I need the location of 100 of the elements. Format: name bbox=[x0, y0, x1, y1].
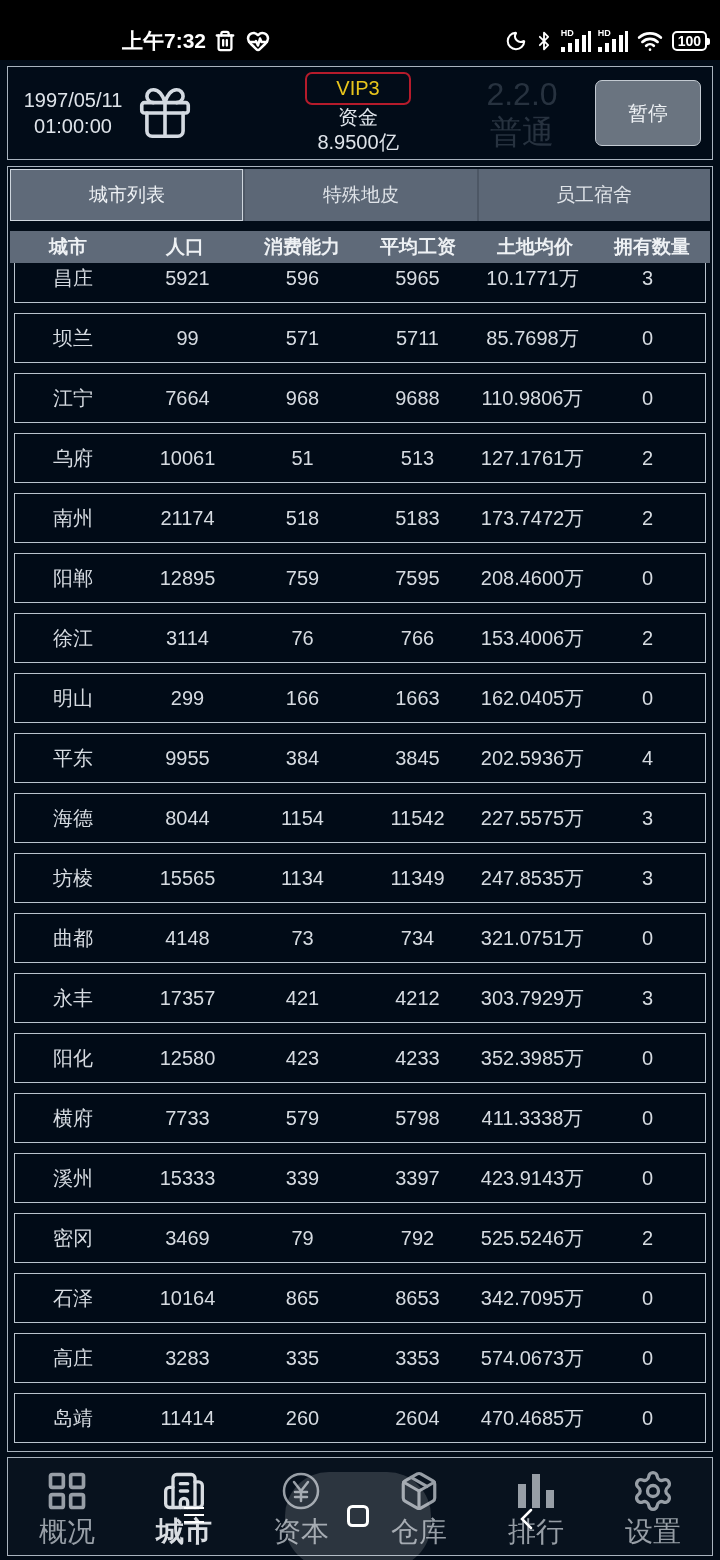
table-row[interactable]: 阳化 12580 423 4233 352.3985万 0 bbox=[14, 1033, 706, 1083]
table-row[interactable]: 高庄 3283 335 3353 574.0673万 0 bbox=[14, 1333, 706, 1383]
table-cell-text: 12895 bbox=[159, 566, 216, 591]
table-row[interactable]: 坊棱 15565 1134 11349 247.8535万 3 bbox=[14, 853, 706, 903]
table-cell-text: 3 bbox=[641, 806, 654, 831]
table-cell-text: 339 bbox=[285, 1166, 320, 1191]
table-cell-text: 518 bbox=[285, 506, 320, 531]
table-cell-text: 15333 bbox=[159, 1166, 216, 1191]
table-row[interactable]: 徐江 3114 76 766 153.4006万 2 bbox=[14, 613, 706, 663]
signal-icon bbox=[560, 30, 591, 52]
signal-icon bbox=[597, 30, 628, 52]
table-cell-text: 260 bbox=[285, 1406, 320, 1431]
signal-label: HD bbox=[560, 28, 574, 38]
table-row[interactable]: 江宁 7664 968 9688 110.9806万 0 bbox=[14, 373, 706, 423]
tab[interactable]: 城市列表 bbox=[10, 169, 244, 221]
table-cell-text: 7664 bbox=[165, 386, 210, 411]
table-row[interactable]: 曲都 4148 73 734 321.0751万 0 bbox=[14, 913, 706, 963]
trash-icon bbox=[214, 30, 237, 52]
table-cell-text: 110.9806万 bbox=[481, 386, 584, 411]
table-row[interactable]: 南州 21174 518 5183 173.7472万 2 bbox=[14, 493, 706, 543]
table-row[interactable]: 石泽 10164 865 8653 342.7095万 0 bbox=[14, 1273, 706, 1323]
table-row[interactable]: 横府 7733 579 5798 411.3338万 0 bbox=[14, 1093, 706, 1143]
nav-item[interactable]: 设置 bbox=[594, 1458, 712, 1555]
table-cell-text: 3397 bbox=[395, 1166, 440, 1191]
table-cell-text: 227.5575万 bbox=[480, 806, 585, 831]
table-row[interactable]: 乌府 10061 51 513 127.1761万 2 bbox=[14, 433, 706, 483]
table-cell-text: 平东 bbox=[52, 746, 93, 771]
table-row[interactable]: 溪州 15333 339 3397 423.9143万 0 bbox=[14, 1153, 706, 1203]
table-cell-text: 792 bbox=[400, 1226, 435, 1251]
table-cell-text: 11414 bbox=[160, 1406, 215, 1431]
table-cell-text: 423.9143万 bbox=[480, 1166, 585, 1191]
table-cell-text: 3353 bbox=[395, 1346, 440, 1371]
status-time: 上午7:32 bbox=[122, 28, 207, 55]
table-cell-text: 208.4600万 bbox=[480, 566, 585, 591]
square-icon bbox=[347, 1505, 369, 1527]
nav-item[interactable]: 概况 bbox=[8, 1458, 126, 1555]
table-cell-text: 坝兰 bbox=[52, 326, 93, 351]
table-row[interactable]: 明山 299 166 1663 162.0405万 0 bbox=[14, 673, 706, 723]
table-cell-text: 1134 bbox=[281, 866, 324, 891]
table-row[interactable]: 密冈 3469 79 792 525.5246万 2 bbox=[14, 1213, 706, 1263]
table-cell-text: 乌府 bbox=[52, 446, 93, 471]
table-cell-text: 21174 bbox=[160, 506, 215, 531]
table-cell-text: 968 bbox=[285, 386, 320, 411]
table-row[interactable]: 平东 9955 384 3845 202.5936万 4 bbox=[14, 733, 706, 783]
table-cell-text: 2 bbox=[641, 446, 654, 471]
table-row[interactable]: 岛靖 11414 260 2604 470.4685万 0 bbox=[14, 1393, 706, 1443]
table-cell-text: 3114 bbox=[166, 626, 209, 651]
vip-badge[interactable]: VIP3 bbox=[305, 71, 411, 105]
table-row[interactable]: 永丰 17357 421 4212 303.7929万 3 bbox=[14, 973, 706, 1023]
table-cell-text: 85.7698万 bbox=[486, 326, 579, 351]
funds-label: 资金 bbox=[338, 104, 378, 129]
table-cell-text: 579 bbox=[285, 1106, 320, 1131]
table-row[interactable]: 阳郸 12895 759 7595 208.4600万 0 bbox=[14, 553, 706, 603]
table-cell-text: 密冈 bbox=[52, 1226, 93, 1251]
pause-button[interactable]: 暂停 bbox=[595, 80, 701, 146]
table-cell-text: 7595 bbox=[395, 566, 440, 591]
table-cell-text: 南州 bbox=[52, 506, 93, 531]
table-cell-text: 15565 bbox=[159, 866, 216, 891]
table-cell-text: 384 bbox=[285, 746, 320, 771]
table-cell-text: 17357 bbox=[159, 986, 216, 1011]
signal-label: HD bbox=[597, 28, 611, 38]
table-cell-text: 江宁 bbox=[52, 386, 93, 411]
table-cell-text: 0 bbox=[641, 1346, 654, 1371]
table-cell-text: 513 bbox=[400, 446, 435, 471]
battery-indicator: 100 bbox=[671, 31, 710, 51]
table-cell-text: 0 bbox=[641, 326, 654, 351]
table-cell-text: 79 bbox=[291, 1226, 314, 1251]
column-header: 消费能力 bbox=[263, 234, 340, 259]
bar-chart-icon bbox=[518, 1474, 554, 1508]
nav-item[interactable]: 仓库 bbox=[360, 1458, 478, 1555]
table-cell-text: 徐江 bbox=[52, 626, 93, 651]
table-cell-text: 曲都 bbox=[52, 926, 93, 951]
table-cell-text: 2 bbox=[641, 1226, 654, 1251]
table-cell-text: 昌庄 bbox=[52, 266, 93, 291]
table-cell-text: 2 bbox=[641, 626, 654, 651]
table-cell-text: 11542 bbox=[390, 806, 445, 831]
table-row[interactable]: 海德 8044 1154 11542 227.5575万 3 bbox=[14, 793, 706, 843]
column-header: 城市 bbox=[49, 234, 88, 259]
table-cell-text: 470.4685万 bbox=[480, 1406, 585, 1431]
table-cell-text: 4233 bbox=[395, 1046, 440, 1071]
table-cell-text: 342.7095万 bbox=[480, 1286, 585, 1311]
yen-coin-icon bbox=[281, 1471, 322, 1511]
nav-item[interactable]: 资本 bbox=[242, 1458, 360, 1555]
table-cell-text: 173.7472万 bbox=[480, 506, 585, 531]
column-header: 平均工资 bbox=[380, 234, 457, 259]
table-row[interactable]: 坝兰 99 571 5711 85.7698万 0 bbox=[14, 313, 706, 363]
table-cell-text: 73 bbox=[291, 926, 314, 951]
table-cell-text: 574.0673万 bbox=[480, 1346, 585, 1371]
table-cell-text: 299 bbox=[170, 686, 205, 711]
table-cell-text: 423 bbox=[285, 1046, 320, 1071]
table-cell-text: 4148 bbox=[165, 926, 210, 951]
table-cell-text: 0 bbox=[641, 1046, 654, 1071]
table-cell-text: 7733 bbox=[165, 1106, 210, 1131]
table-cell-text: 0 bbox=[641, 1286, 654, 1311]
table-cell-text: 2 bbox=[641, 506, 654, 531]
column-header: 土地均价 bbox=[497, 234, 573, 259]
table-cell-text: 5183 bbox=[395, 506, 440, 531]
table-cell-text: 352.3985万 bbox=[480, 1046, 585, 1071]
table-row[interactable]: 昌庄 5921 596 5965 10.1771万 3 bbox=[14, 263, 706, 303]
table-cell-text: 9955 bbox=[165, 746, 210, 771]
